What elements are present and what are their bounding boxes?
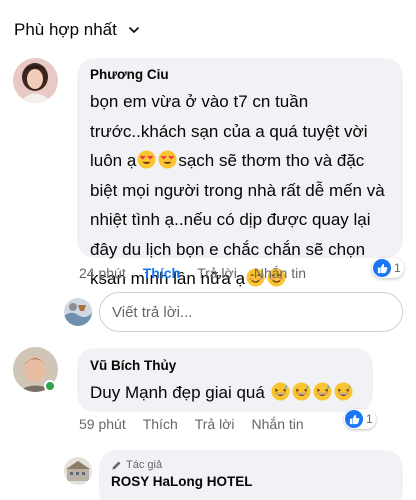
comment-text-line: Duy Mạnh đẹp giai quá [90, 378, 354, 408]
comment-bubble: Phương Ciu bọn em vừa ở vào t7 cn tuần t… [77, 58, 403, 288]
comment-timestamp[interactable]: 59 phút [79, 416, 126, 432]
reaction-count: 1 [394, 261, 401, 275]
comment-timestamp[interactable]: 24 phút [79, 265, 126, 281]
message-button[interactable]: Nhắn tin [254, 265, 306, 281]
sort-label: Phù hợp nhất [14, 20, 117, 39]
comment-bubble: Tác giả ROSY HaLong HOTEL [99, 450, 403, 500]
comment-text-line: biệt mọi người trong nhà rất dễ mến và [90, 180, 385, 200]
reply-input[interactable]: Viết trả lời... [99, 292, 403, 332]
comment-text-line: bọn em vừa ở vào t7 cn tuần [90, 92, 309, 111]
grin-sweat-emoji-icon [334, 382, 353, 401]
avatar[interactable] [64, 457, 92, 485]
heart-eyes-emoji-icon [158, 150, 177, 169]
sort-dropdown[interactable]: Phù hợp nhất [14, 20, 139, 40]
comment-text-line: trước..khách sạn của a quá tuyệt vời [90, 121, 368, 141]
author-badge-label: Tác giả [126, 459, 163, 471]
like-button[interactable]: Thích [143, 265, 180, 281]
comment-text-segment: Duy Mạnh đẹp giai quá [90, 383, 265, 402]
thumbs-up-icon [345, 410, 363, 428]
avatar [64, 298, 92, 326]
comment-text-segment: luôn ạ [90, 151, 137, 170]
avatar[interactable] [13, 58, 58, 103]
comment-text-line: nhiệt tình ạ..nếu có dịp được quay lại [90, 210, 371, 229]
like-button[interactable]: Thích [143, 416, 178, 432]
grin-sweat-emoji-icon [271, 382, 290, 401]
reply-button[interactable]: Trả lời [195, 416, 235, 432]
heart-eyes-emoji-icon [137, 150, 156, 169]
reply-placeholder: Viết trả lời... [112, 304, 193, 321]
comment-author[interactable]: ROSY HaLong HOTEL [111, 474, 253, 489]
comment-bubble: Vũ Bích Thủy Duy Mạnh đẹp giai quá [77, 348, 373, 412]
comment-author[interactable]: Phương Ciu [90, 67, 169, 82]
comment-actions: 59 phút Thích Trả lời Nhắn tin [79, 416, 321, 432]
author-badge: Tác giả [111, 459, 253, 471]
chevron-down-icon [129, 27, 139, 33]
pencil-icon [112, 461, 121, 470]
grin-sweat-emoji-icon [292, 382, 311, 401]
online-status-indicator [44, 380, 56, 392]
comment-actions: 24 phút Thích Trả lời Nhắn tin [79, 265, 323, 281]
comment-author[interactable]: Vũ Bích Thủy [90, 358, 176, 373]
comment-text-line: luôn ạ sạch sẽ thơm tho và đặc [90, 146, 400, 176]
message-button[interactable]: Nhắn tin [252, 416, 304, 432]
comment-text-line: đây du lịch bọn e chắc chắn sẽ chọn [90, 239, 366, 259]
grin-sweat-emoji-icon [313, 382, 332, 401]
reaction-count: 1 [366, 412, 373, 426]
thumbs-up-icon [373, 259, 391, 277]
comment-text-segment: sạch sẽ thơm tho và đặc [178, 151, 365, 170]
reaction-badge[interactable]: 1 [344, 409, 376, 429]
reaction-badge[interactable]: 1 [372, 258, 404, 278]
reply-button[interactable]: Trả lời [197, 265, 237, 281]
